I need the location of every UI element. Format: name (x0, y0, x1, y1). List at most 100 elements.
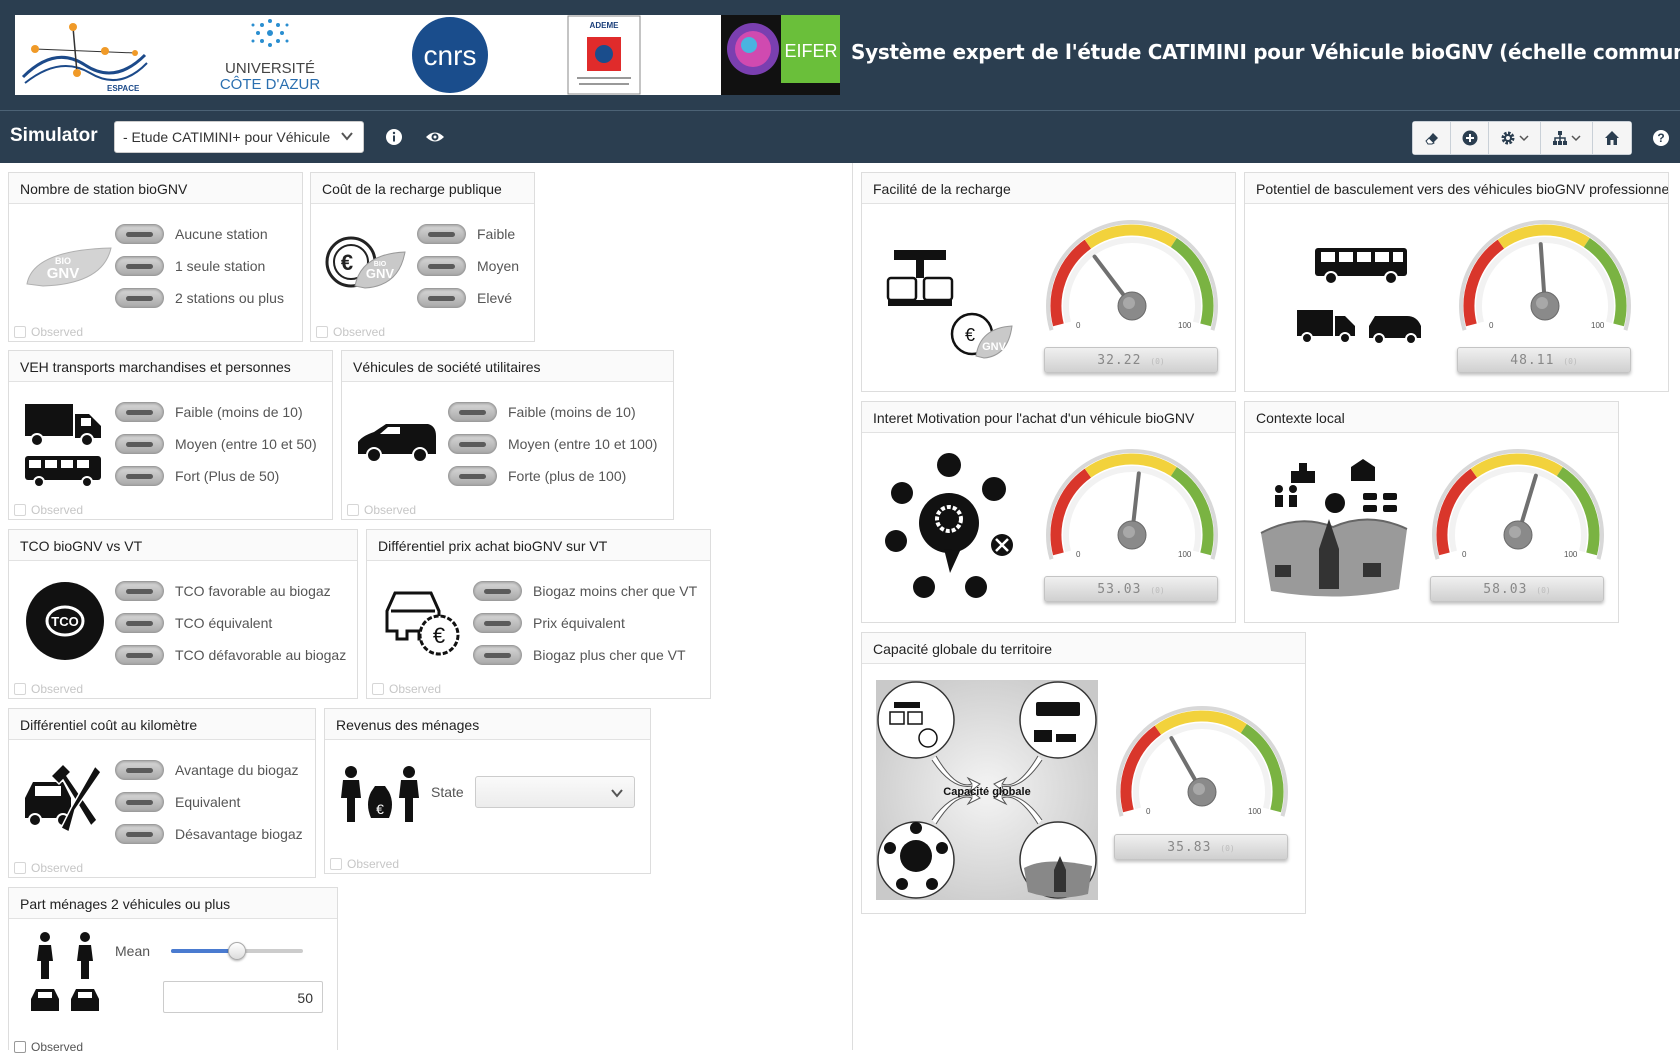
chevron-down-icon (611, 789, 623, 798)
toolbar: Simulator - Etude CATIMINI+ pour Véhicul… (0, 111, 1680, 163)
state-option[interactable]: Equivalent (115, 792, 240, 812)
state-toggle[interactable] (115, 466, 164, 486)
info-icon[interactable] (385, 128, 403, 146)
gauge-max-label: 100 (1248, 807, 1262, 816)
node-card-cout-recharge: Coût de la recharge publique € BIO GNV F… (310, 172, 535, 342)
gauge-card-contexte: Contexte local 0 100 58.03 (0) (1244, 401, 1619, 623)
state-option[interactable]: Désavantage biogaz (115, 824, 303, 844)
observed-checkbox[interactable]: Observed (316, 325, 385, 339)
gauge-value-box: 58.03 (0) (1430, 576, 1604, 602)
mean-label: Mean (115, 943, 151, 959)
state-option[interactable]: TCO favorable au biogaz (115, 581, 331, 601)
state-toggle[interactable] (115, 792, 164, 812)
node-card-stations: Nombre de station bioGNV BIO GNV Aucune … (8, 172, 303, 342)
checkbox[interactable] (347, 504, 359, 516)
state-toggle[interactable] (473, 613, 522, 633)
state-toggle[interactable] (115, 224, 164, 244)
svg-text:GNV: GNV (366, 266, 395, 281)
observed-checkbox[interactable]: Observed (14, 1040, 83, 1054)
gauge-value-box: 48.11 (0) (1457, 347, 1631, 373)
help-icon[interactable]: ? (1652, 129, 1670, 147)
state-option[interactable]: Faible (moins de 10) (448, 402, 636, 422)
state-select[interactable] (475, 776, 635, 808)
state-option[interactable]: Avantage du biogaz (115, 760, 299, 780)
checkbox[interactable] (372, 683, 384, 695)
observed-checkbox[interactable]: Observed (347, 503, 416, 517)
toolbar-button-group (1412, 121, 1632, 155)
state-toggle[interactable] (115, 288, 164, 308)
home-button[interactable] (1593, 122, 1631, 154)
state-option[interactable]: TCO défavorable au biogaz (115, 645, 346, 665)
checkbox[interactable] (14, 1041, 26, 1053)
state-option[interactable]: Forte (plus de 100) (448, 466, 626, 486)
state-option[interactable]: TCO équivalent (115, 613, 272, 633)
state-toggle[interactable] (115, 613, 164, 633)
state-option[interactable]: Faible (moins de 10) (115, 402, 303, 422)
charging-station-icon: € GNV (886, 250, 1013, 359)
checkbox[interactable] (14, 326, 26, 338)
state-toggle[interactable] (115, 402, 164, 422)
state-toggle[interactable] (417, 288, 466, 308)
state-option[interactable]: Moyen (entre 10 et 100) (448, 434, 657, 454)
chevron-down-icon (1571, 135, 1581, 142)
svg-text:€: € (965, 325, 975, 345)
settings-button[interactable] (1489, 122, 1541, 154)
eye-icon[interactable] (425, 128, 445, 146)
gauge-unit: (0) (1150, 357, 1165, 366)
node-card-diff-prix: Différentiel prix achat bioGNV sur VT € … (366, 529, 711, 699)
state-option[interactable]: Biogaz plus cher que VT (473, 645, 686, 665)
car-repair-icon (25, 762, 102, 834)
mean-input[interactable]: 50 (163, 981, 323, 1013)
state-toggle[interactable] (115, 824, 164, 844)
state-toggle[interactable] (448, 434, 497, 454)
state-option[interactable]: Biogaz moins cher que VT (473, 581, 697, 601)
state-option[interactable]: Fort (Plus de 50) (115, 466, 279, 486)
state-label: State (431, 784, 464, 800)
eraser-button[interactable] (1413, 122, 1451, 154)
state-toggle[interactable] (115, 760, 164, 780)
ademe-logo-text: ADEME (590, 21, 620, 30)
checkbox[interactable] (14, 504, 26, 516)
network-button[interactable] (1541, 122, 1593, 154)
state-label: Faible (477, 226, 516, 242)
state-option[interactable]: Prix équivalent (473, 613, 625, 633)
observed-checkbox[interactable]: Observed (330, 857, 399, 871)
state-option[interactable]: 2 stations ou plus (115, 288, 284, 308)
slider-handle[interactable] (228, 942, 246, 960)
observed-checkbox[interactable]: Observed (14, 861, 83, 875)
state-label: Forte (plus de 100) (508, 468, 627, 484)
ademe-logo: ADEME (567, 15, 641, 95)
state-option[interactable]: Elevé (417, 288, 512, 308)
state-option[interactable]: 1 seule station (115, 256, 265, 276)
card-title: Revenus des ménages (325, 709, 650, 740)
checkbox[interactable] (316, 326, 328, 338)
state-toggle[interactable] (473, 645, 522, 665)
state-toggle[interactable] (448, 466, 497, 486)
checkbox[interactable] (14, 862, 26, 874)
state-toggle[interactable] (417, 256, 466, 276)
state-toggle[interactable] (115, 645, 164, 665)
checkbox[interactable] (14, 683, 26, 695)
state-toggle[interactable] (448, 402, 497, 422)
state-option[interactable]: Moyen (417, 256, 519, 276)
simulation-select[interactable]: - Etude CATIMINI+ pour Véhicule (114, 121, 364, 153)
state-toggle[interactable] (115, 581, 164, 601)
add-button[interactable] (1451, 122, 1489, 154)
mean-slider[interactable] (171, 942, 303, 960)
node-card-tco: TCO bioGNV vs VT TCO TCO favorable au bi… (8, 529, 358, 699)
state-toggle[interactable] (115, 256, 164, 276)
gauge-unit: (0) (1563, 357, 1578, 366)
page-title: Système expert de l'étude CATIMINI pour … (851, 40, 1680, 64)
state-toggle[interactable] (417, 224, 466, 244)
state-toggle[interactable] (473, 581, 522, 601)
state-option[interactable]: Moyen (entre 10 et 50) (115, 434, 317, 454)
observed-checkbox[interactable]: Observed (14, 325, 83, 339)
observed-checkbox[interactable]: Observed (372, 682, 441, 696)
checkbox[interactable] (330, 858, 342, 870)
observed-label: Observed (31, 1040, 84, 1054)
state-option[interactable]: Faible (417, 224, 515, 244)
state-toggle[interactable] (115, 434, 164, 454)
state-option[interactable]: Aucune station (115, 224, 268, 244)
observed-checkbox[interactable]: Observed (14, 503, 83, 517)
observed-checkbox[interactable]: Observed (14, 682, 83, 696)
